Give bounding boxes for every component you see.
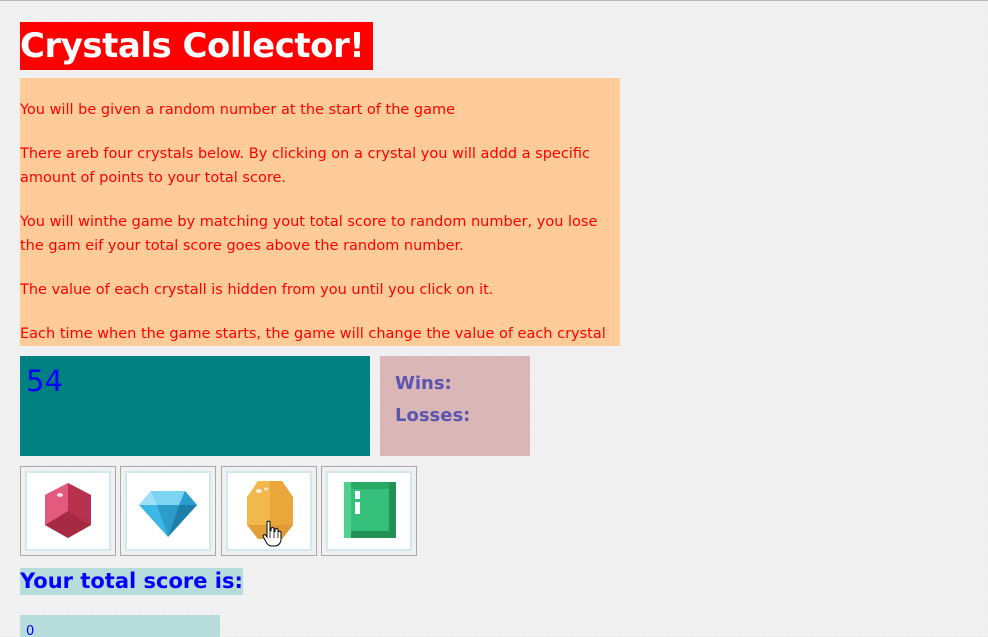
random-number-panel: 54	[20, 356, 370, 456]
page-title: Crystals Collector!	[20, 26, 365, 66]
green-crystal-icon	[344, 482, 396, 538]
red-crystal-button[interactable]	[20, 466, 116, 556]
random-number: 54	[26, 364, 63, 398]
green-crystal-button[interactable]	[321, 466, 417, 556]
top-divider	[0, 0, 988, 1]
yellow-crystal-icon	[247, 481, 293, 539]
wins-label: Wins:	[395, 373, 452, 394]
total-score-label: Your total score is:	[20, 568, 243, 595]
instructions-panel: You will be given a random number at the…	[20, 78, 620, 346]
instruction-text: There areb four crystals below. By click…	[20, 146, 590, 186]
stats-panel: Wins: Losses:	[380, 356, 530, 456]
red-crystal-icon	[45, 483, 91, 538]
instruction-text: Each time when the game starts, the game…	[20, 326, 606, 342]
blue-diamond-button[interactable]	[120, 466, 216, 556]
losses-label: Losses:	[395, 405, 471, 426]
total-score-value: 0	[26, 624, 35, 637]
yellow-crystal-button[interactable]	[221, 466, 317, 556]
total-score-panel: 0	[20, 615, 220, 637]
blue-diamond-icon	[139, 491, 197, 537]
instruction-text: You will be given a random number at the…	[20, 102, 456, 118]
instruction-text: The value of each crystall is hidden fro…	[20, 282, 494, 298]
instruction-text: You will winthe game by matching yout to…	[20, 214, 598, 254]
title-banner: Crystals Collector!	[20, 22, 373, 70]
